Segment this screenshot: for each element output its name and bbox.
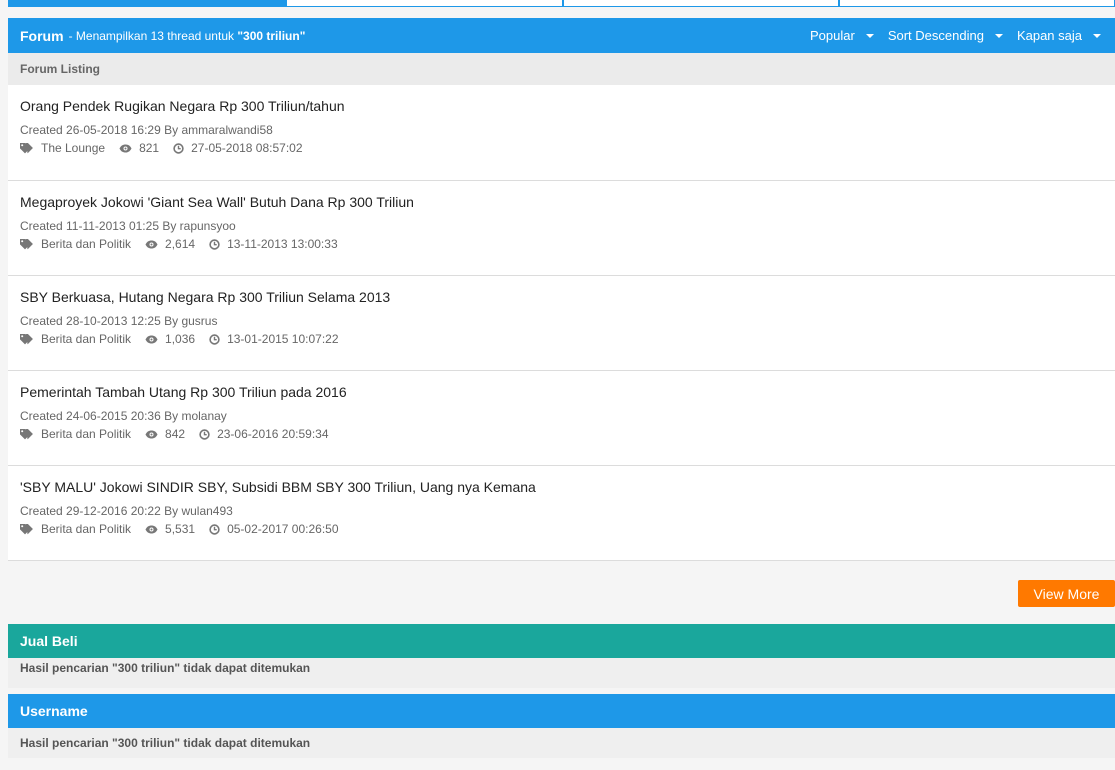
thread-created-info: Created 29-12-2016 20:22 By wulan493 xyxy=(20,504,233,518)
thread-meta: Berita dan Politik 1,036 13-01-2015 10:0… xyxy=(20,332,353,346)
search-tab-4[interactable] xyxy=(839,0,1115,7)
filter-time-label: Kapan saja xyxy=(1016,28,1082,43)
thread-category: Berita dan Politik xyxy=(20,237,131,251)
search-tabs xyxy=(8,0,1115,8)
username-no-result: Hasil pencarian "300 triliun" tidak dapa… xyxy=(8,728,1115,758)
thread-category-link[interactable]: Berita dan Politik xyxy=(41,427,131,441)
clock-icon xyxy=(209,238,220,250)
tags-icon xyxy=(20,333,33,344)
username-header: Username xyxy=(8,694,1115,728)
thread-row: SBY Berkuasa, Hutang Negara Rp 300 Trili… xyxy=(8,276,1115,371)
filter-popular-dropdown[interactable]: Popular xyxy=(810,28,874,43)
thread-views: 5,531 xyxy=(145,522,195,536)
eye-icon xyxy=(119,144,132,152)
thread-title-link[interactable]: Orang Pendek Rugikan Negara Rp 300 Trili… xyxy=(20,98,345,114)
clock-icon xyxy=(173,142,184,154)
search-tab-3[interactable] xyxy=(563,0,839,7)
thread-category: Berita dan Politik xyxy=(20,522,131,536)
tags-icon xyxy=(20,142,33,153)
thread-last-post-time: 23-06-2016 20:59:34 xyxy=(217,427,329,441)
search-tab-forum[interactable] xyxy=(8,0,286,7)
filter-sort-label: Sort Descending xyxy=(887,28,984,43)
eye-icon xyxy=(145,335,158,343)
caret-down-icon xyxy=(994,33,1003,38)
forum-filters: Popular Sort Descending Kapan saja xyxy=(810,18,1115,53)
thread-last-post: 23-06-2016 20:59:34 xyxy=(199,427,329,441)
forum-result-summary: - Menampilkan 13 thread untuk "300 trili… xyxy=(69,29,306,43)
caret-down-icon xyxy=(1093,33,1101,38)
tags-icon xyxy=(20,238,33,249)
thread-last-post-time: 27-05-2018 08:57:02 xyxy=(191,141,303,155)
thread-view-count: 2,614 xyxy=(165,237,196,251)
thread-meta: Berita dan Politik 842 23-06-2016 20:59:… xyxy=(20,427,343,441)
thread-category: Berita dan Politik xyxy=(20,427,131,441)
thread-view-count: 1,036 xyxy=(165,332,196,346)
username-title: Username xyxy=(20,703,88,719)
tags-icon xyxy=(20,523,33,534)
thread-last-post: 13-11-2013 13:00:33 xyxy=(209,237,338,251)
clock-icon xyxy=(209,333,220,345)
thread-category-link[interactable]: Berita dan Politik xyxy=(41,237,131,251)
thread-created-info: Created 11-11-2013 01:25 By rapunsyoo xyxy=(20,219,236,233)
thread-view-count: 821 xyxy=(139,141,160,155)
thread-title-link[interactable]: SBY Berkuasa, Hutang Negara Rp 300 Trili… xyxy=(20,289,390,305)
thread-last-post-time: 05-02-2017 00:26:50 xyxy=(227,522,339,536)
thread-meta: Berita dan Politik 2,614 13-11-2013 13:0… xyxy=(20,237,352,251)
thread-title-link[interactable]: 'SBY MALU' Jokowi SINDIR SBY, Subsidi BB… xyxy=(20,479,536,495)
eye-icon xyxy=(145,430,158,438)
thread-views: 821 xyxy=(119,141,159,155)
thread-views: 1,036 xyxy=(145,332,195,346)
thread-row: 'SBY MALU' Jokowi SINDIR SBY, Subsidi BB… xyxy=(8,466,1115,561)
thread-row: Orang Pendek Rugikan Negara Rp 300 Trili… xyxy=(8,85,1115,181)
thread-last-post: 27-05-2018 08:57:02 xyxy=(173,141,303,155)
thread-list: Orang Pendek Rugikan Negara Rp 300 Trili… xyxy=(8,85,1115,561)
thread-category-link[interactable]: The Lounge xyxy=(41,141,105,155)
jual-beli-title: Jual Beli xyxy=(20,633,78,649)
forum-listing-label: Forum Listing xyxy=(8,53,1115,85)
caret-down-icon xyxy=(865,33,874,38)
thread-last-post-time: 13-11-2013 13:00:33 xyxy=(227,237,338,251)
search-tab-2[interactable] xyxy=(286,0,563,7)
eye-icon xyxy=(145,240,158,248)
thread-title-link[interactable]: Pemerintah Tambah Utang Rp 300 Triliun p… xyxy=(20,384,347,400)
thread-category: Berita dan Politik xyxy=(20,332,131,346)
thread-meta: The Lounge 821 27-05-2018 08:57:02 xyxy=(20,141,317,155)
thread-view-count: 5,531 xyxy=(165,522,196,536)
thread-last-post-time: 13-01-2015 10:07:22 xyxy=(227,332,339,346)
thread-row: Megaproyek Jokowi 'Giant Sea Wall' Butuh… xyxy=(8,181,1115,276)
thread-category: The Lounge xyxy=(20,141,105,155)
clock-icon xyxy=(199,428,210,440)
filter-time-dropdown[interactable]: Kapan saja xyxy=(1017,28,1101,43)
eye-icon xyxy=(145,525,158,533)
thread-row: Pemerintah Tambah Utang Rp 300 Triliun p… xyxy=(8,371,1115,466)
tags-icon xyxy=(20,428,33,439)
thread-created-info: Created 26-05-2018 16:29 By ammaralwandi… xyxy=(20,123,273,137)
forum-title: Forum xyxy=(20,27,64,44)
view-more-button[interactable]: View More xyxy=(1018,580,1115,607)
thread-category-link[interactable]: Berita dan Politik xyxy=(41,522,131,536)
thread-created-info: Created 28-10-2013 12:25 By gusrus xyxy=(20,314,218,328)
thread-meta: Berita dan Politik 5,531 05-02-2017 00:2… xyxy=(20,522,353,536)
jual-beli-no-result: Hasil pencarian "300 triliun" tidak dapa… xyxy=(8,658,1115,688)
thread-views: 842 xyxy=(145,427,185,441)
thread-view-count: 842 xyxy=(165,427,186,441)
thread-last-post: 05-02-2017 00:26:50 xyxy=(209,522,339,536)
thread-views: 2,614 xyxy=(145,237,195,251)
thread-last-post: 13-01-2015 10:07:22 xyxy=(209,332,339,346)
clock-icon xyxy=(209,523,220,535)
thread-category-link[interactable]: Berita dan Politik xyxy=(41,332,131,346)
filter-popular-label: Popular xyxy=(810,28,855,43)
thread-title-link[interactable]: Megaproyek Jokowi 'Giant Sea Wall' Butuh… xyxy=(20,194,414,210)
jual-beli-header: Jual Beli xyxy=(8,624,1115,658)
forum-query: "300 triliun" xyxy=(237,28,306,43)
filter-sort-dropdown[interactable]: Sort Descending xyxy=(888,28,1003,43)
thread-created-info: Created 24-06-2015 20:36 By molanay xyxy=(20,409,227,423)
forum-header: Forum - Menampilkan 13 thread untuk "300… xyxy=(8,18,1115,53)
forum-result-prefix: - Menampilkan 13 thread untuk xyxy=(68,28,234,43)
